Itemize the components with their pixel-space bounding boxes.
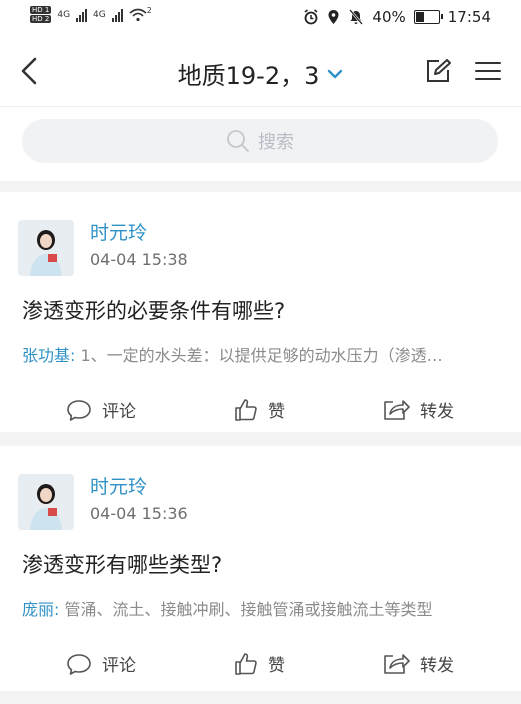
- network-label-2: 4G: [93, 9, 106, 20]
- author-name[interactable]: 时元玲: [90, 472, 147, 499]
- comment-label: 评论: [102, 402, 136, 422]
- post-actions: 评论 赞 转发: [0, 397, 521, 427]
- share-icon: [384, 399, 410, 420]
- forward-label: 转发: [420, 402, 454, 422]
- alarm-icon: [304, 9, 318, 25]
- signal-bars-2-icon: [111, 8, 123, 22]
- comment-label: 评论: [102, 656, 136, 676]
- answer-text: 1、一定的水头差：以提供足够的动水压力（渗透…: [80, 346, 443, 365]
- answer-author[interactable]: 庞丽:: [22, 600, 59, 619]
- search-input[interactable]: 搜索: [22, 119, 498, 163]
- answer-preview[interactable]: 张功基: 1、一定的水头差：以提供足够的动水压力（渗透…: [22, 342, 502, 366]
- mute-icon: [349, 9, 364, 25]
- post-time: 04-04 15:38: [90, 250, 188, 269]
- author-name[interactable]: 时元玲: [90, 218, 147, 245]
- location-icon: [328, 10, 339, 24]
- hd-indicators: HD 1 HD 2: [30, 6, 52, 23]
- nav-bar: 地质19-2，3: [0, 36, 521, 106]
- status-right: 40% 17:54: [303, 8, 491, 26]
- status-bar: HD 1 HD 2 4G 4G 2 40% 17:54: [0, 0, 521, 36]
- post-actions: 评论 赞 转发: [0, 651, 521, 681]
- chevron-down-icon: [328, 69, 343, 79]
- share-icon: [384, 653, 410, 674]
- post-card-2[interactable]: 时元玲 04-04 15:36 渗透变形有哪些类型? 庞丽: 管涌、流土、接触冲…: [0, 446, 521, 691]
- answer-preview[interactable]: 庞丽: 管涌、流土、接触冲刷、接触管涌或接触流土等类型: [22, 596, 502, 620]
- hd-label-2: HD 2: [30, 15, 52, 23]
- wifi-sub-label: 2: [146, 6, 152, 15]
- comment-icon: [67, 653, 91, 675]
- battery-percent: 40%: [372, 8, 406, 26]
- menu-icon[interactable]: [475, 61, 501, 81]
- avatar-photo-icon: [18, 220, 74, 276]
- like-label: 赞: [268, 656, 285, 676]
- status-left: HD 1 HD 2 4G 4G 2: [30, 6, 152, 23]
- avatar[interactable]: [18, 474, 74, 530]
- clock: 17:54: [447, 8, 491, 26]
- hd-label-1: HD 1: [30, 6, 52, 14]
- like-label: 赞: [268, 402, 285, 422]
- answer-text: 管涌、流土、接触冲刷、接触管涌或接触流土等类型: [64, 600, 433, 619]
- compose-icon[interactable]: [425, 58, 451, 84]
- search-section: 搜索: [0, 106, 521, 181]
- battery-fill: [415, 12, 424, 22]
- like-button[interactable]: 赞: [234, 651, 285, 676]
- comment-icon: [67, 399, 91, 421]
- comment-button[interactable]: 评论: [66, 651, 136, 676]
- forward-button[interactable]: 转发: [382, 397, 454, 422]
- post-card-1[interactable]: 时元玲 04-04 15:38 渗透变形的必要条件有哪些? 张功基: 1、一定的…: [0, 192, 521, 432]
- avatar[interactable]: [18, 220, 74, 276]
- answer-author[interactable]: 张功基:: [22, 346, 75, 365]
- question-title[interactable]: 渗透变形有哪些类型?: [22, 549, 222, 579]
- like-button[interactable]: 赞: [234, 397, 285, 422]
- thumbs-up-icon: [235, 398, 257, 421]
- page-title: 地质19-2，3: [177, 62, 320, 90]
- network-label-1: 4G: [57, 9, 71, 20]
- forward-label: 转发: [420, 656, 454, 676]
- signal-bars-icon: [76, 8, 88, 22]
- avatar-photo-icon: [18, 474, 74, 530]
- post-time: 04-04 15:36: [90, 504, 188, 523]
- battery-icon: [413, 10, 443, 24]
- search-icon: [227, 130, 249, 152]
- question-title[interactable]: 渗透变形的必要条件有哪些?: [22, 295, 285, 325]
- search-placeholder: 搜索: [258, 132, 294, 153]
- forward-button[interactable]: 转发: [382, 651, 454, 676]
- comment-button[interactable]: 评论: [66, 397, 136, 422]
- thumbs-up-icon: [235, 652, 257, 675]
- wifi-icon: [129, 8, 147, 21]
